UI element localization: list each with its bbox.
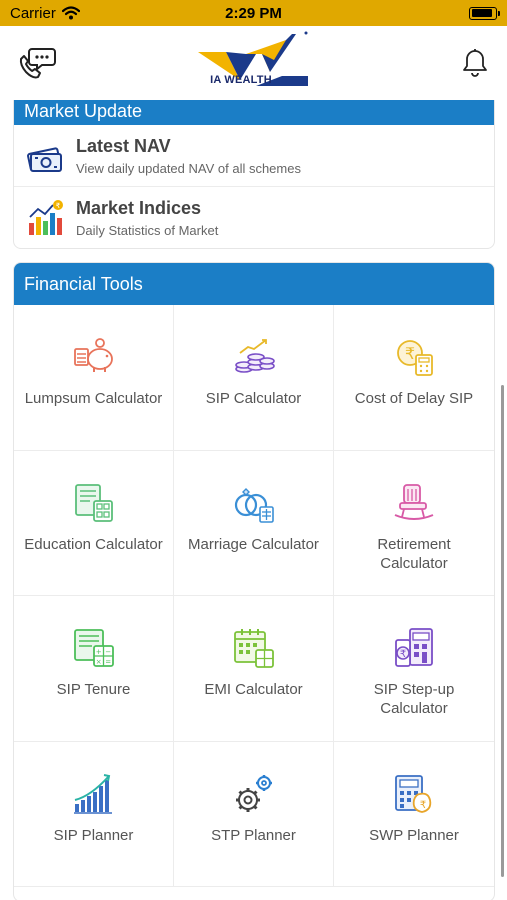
- money-icon: [27, 146, 62, 172]
- latest-nav-subtitle: View daily updated NAV of all schemes: [76, 160, 301, 176]
- market-indices-item[interactable]: ₹ Market Indices Daily Statistics of Mar…: [14, 187, 494, 248]
- tool-label: Retirement Calculator: [377, 535, 451, 572]
- tool-label: SWP Planner: [369, 826, 459, 844]
- tool-label: SIP Calculator: [205, 390, 302, 407]
- swp-calculator-icon: ₹: [395, 774, 432, 813]
- rocking-chair-icon: [394, 483, 434, 520]
- app-header: IA WEALTH: [0, 26, 507, 100]
- rings-icon: [234, 487, 274, 523]
- battery-icon: [469, 6, 500, 20]
- status-left: Carrier: [10, 5, 80, 22]
- coins-stack-icon: [234, 339, 275, 373]
- notification-bell-icon[interactable]: [461, 48, 489, 78]
- market-indices-text: Market Indices Daily Statistics of Marke…: [76, 198, 218, 238]
- tool-lumpsum-calculator[interactable]: Lumpsum Calculator: [14, 305, 174, 451]
- tool-sip-planner[interactable]: SIP Planner: [14, 741, 174, 887]
- scrollbar[interactable]: [501, 385, 504, 877]
- tool-sip-step-up-calculator[interactable]: ₹ SIP Step-up Calculator: [334, 596, 494, 742]
- market-indices-title: Market Indices: [76, 198, 202, 218]
- call-chat-icon[interactable]: [18, 45, 56, 81]
- latest-nav-item[interactable]: Latest NAV View daily updated NAV of all…: [14, 125, 494, 187]
- market-indices-subtitle: Daily Statistics of Market: [76, 223, 219, 238]
- ia-wealth-logo: IA WEALTH: [196, 30, 312, 94]
- battery-fill: [471, 9, 493, 17]
- status-bar: Carrier 2:29 PM: [0, 0, 507, 26]
- svg-text:₹: ₹: [420, 800, 426, 811]
- tool-label: Cost of Delay SIP: [354, 390, 474, 407]
- svg-text:×: ×: [95, 658, 101, 666]
- svg-text:₹: ₹: [400, 649, 406, 660]
- tool-label: Lumpsum Calculator: [24, 390, 163, 407]
- carrier-label: Carrier: [10, 4, 56, 22]
- svg-text:+: +: [95, 648, 101, 656]
- bar-chart-icon: ₹: [29, 200, 63, 235]
- tool-swp-planner[interactable]: ₹ SWP Planner: [334, 742, 494, 887]
- rupee-calculator-step-icon: ₹: [395, 628, 433, 667]
- svg-text:−: −: [105, 648, 111, 656]
- tool-cost-of-delay-sip[interactable]: ₹ Cost of Delay SIP: [334, 305, 494, 451]
- tool-label: SIP Planner: [53, 826, 134, 844]
- tool-sip-tenure[interactable]: + − × = SIP Tenure: [14, 596, 174, 742]
- gears-icon: [235, 774, 272, 812]
- tool-label: Marriage Calculator: [188, 535, 319, 553]
- calendar-calculator-icon: [233, 629, 274, 668]
- latest-nav-text: Latest NAV View daily updated NAV of all…: [76, 136, 301, 176]
- svg-text:₹: ₹: [405, 344, 415, 363]
- tool-marriage-calculator[interactable]: Marriage Calculator: [174, 450, 334, 596]
- tool-emi-calculator[interactable]: EMI Calculator: [174, 596, 334, 742]
- wifi-icon: [61, 6, 80, 20]
- tool-stp-planner[interactable]: STP Planner: [174, 741, 334, 887]
- tool-label: EMI Calculator: [204, 681, 303, 698]
- tool-label: Education Calculator: [24, 535, 163, 553]
- market-update-header: Market Update: [14, 100, 494, 125]
- latest-nav-title: Latest NAV: [76, 135, 171, 156]
- growth-chart-icon: [73, 773, 112, 814]
- tool-retirement-calculator[interactable]: Retirement Calculator: [334, 451, 494, 596]
- piggy-bank-icon: [73, 338, 113, 372]
- scroll-area[interactable]: Market Update Latest NAV View daily upda…: [0, 100, 507, 900]
- financial-tools-header: Financial Tools: [14, 263, 494, 305]
- market-update-card: Market Update Latest NAV View daily upda…: [13, 100, 495, 249]
- tool-label: STP Planner: [211, 826, 296, 844]
- education-icon: [74, 483, 113, 522]
- tool-label: SIP Tenure: [56, 681, 131, 698]
- svg-text:=: =: [105, 658, 111, 666]
- rupee-calculator-icon: ₹: [397, 340, 433, 376]
- calculator-list-icon: + − × =: [73, 629, 114, 667]
- svg-text:₹: ₹: [56, 202, 61, 210]
- logo-text: IA WEALTH: [210, 74, 272, 86]
- tool-grid: Lumpsum Calculator SIP Calculator ₹ Cost…: [14, 305, 494, 887]
- tool-sip-calculator[interactable]: SIP Calculator: [174, 305, 334, 451]
- tool-education-calculator[interactable]: Education Calculator: [14, 450, 174, 596]
- financial-tools-card: Financial Tools Lumpsum Calculator SIP C…: [13, 262, 495, 900]
- tool-label: SIP Step-up Calculator: [373, 681, 455, 717]
